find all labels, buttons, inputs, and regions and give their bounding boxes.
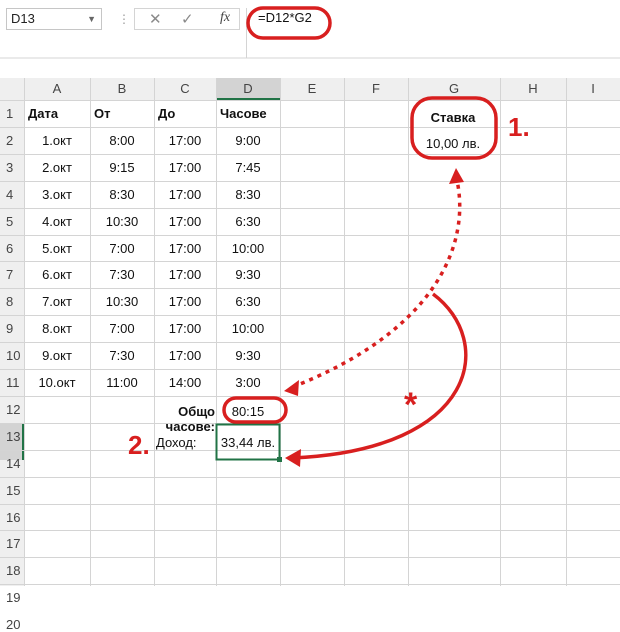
data-cell[interactable]: 7:00: [94, 321, 150, 336]
data-cell[interactable]: 9:30: [220, 348, 276, 363]
row-header-3[interactable]: 3: [0, 160, 24, 175]
row-header-8[interactable]: 8: [0, 294, 24, 309]
data-cell[interactable]: 10:00: [220, 241, 276, 256]
column-header-c[interactable]: C: [154, 78, 216, 100]
data-cell[interactable]: 5.окт: [28, 241, 86, 256]
income-value[interactable]: 33,44 лв.: [216, 435, 280, 450]
data-cell[interactable]: 9:00: [220, 133, 276, 148]
data-cell[interactable]: 8:00: [94, 133, 150, 148]
column-header-g[interactable]: G: [408, 78, 500, 100]
data-cell[interactable]: 1.окт: [28, 133, 86, 148]
data-cell[interactable]: 10:30: [94, 294, 150, 309]
data-cell[interactable]: 8.окт: [28, 321, 86, 336]
arrowheads: [284, 168, 464, 467]
data-cell[interactable]: 6:30: [220, 294, 276, 309]
data-cell[interactable]: 7:00: [94, 241, 150, 256]
data-cell[interactable]: 9:30: [220, 267, 276, 282]
column-header-i[interactable]: I: [566, 78, 620, 100]
annotation-one: 1.: [508, 112, 530, 142]
column-header-b[interactable]: B: [90, 78, 154, 100]
row-header-15[interactable]: 15: [0, 483, 24, 498]
arrowhead-up: [449, 168, 464, 184]
row-header-17[interactable]: 17: [0, 536, 24, 551]
arrowhead-left: [284, 380, 299, 396]
data-cell[interactable]: 6:30: [220, 214, 276, 229]
row-header-7[interactable]: 7: [0, 267, 24, 282]
row-header-6[interactable]: 6: [0, 241, 24, 256]
data-cell[interactable]: 17:00: [158, 241, 212, 256]
row-header-12[interactable]: 12: [0, 402, 24, 417]
rate-value[interactable]: 10,00 лв.: [408, 136, 498, 151]
column-header-e[interactable]: E: [280, 78, 344, 100]
data-cell[interactable]: 17:00: [158, 321, 212, 336]
data-cell[interactable]: 17:00: [158, 348, 212, 363]
column-header-d[interactable]: D: [216, 78, 280, 100]
arrowhead-left-2: [285, 449, 301, 467]
row-header-10[interactable]: 10: [0, 348, 24, 363]
data-cell[interactable]: 11:00: [94, 375, 150, 390]
income-label: Доход:: [156, 435, 197, 450]
row-header-20[interactable]: 20: [0, 617, 24, 632]
data-cell[interactable]: 4.окт: [28, 214, 86, 229]
row-header-13[interactable]: 13: [0, 429, 24, 444]
annotation-two: 2.: [128, 430, 150, 460]
data-cell[interactable]: 9:15: [94, 160, 150, 175]
fill-handle[interactable]: [277, 457, 282, 462]
data-cell[interactable]: 17:00: [158, 294, 212, 309]
header-cell[interactable]: От: [94, 106, 150, 121]
data-cell[interactable]: 3:00: [220, 375, 276, 390]
data-cell[interactable]: 14:00: [158, 375, 212, 390]
dotted-arrow-line: [289, 175, 462, 390]
data-cell[interactable]: 7:30: [94, 267, 150, 282]
header-cell[interactable]: Дата: [28, 106, 86, 121]
row-header-9[interactable]: 9: [0, 321, 24, 336]
data-cell[interactable]: 9.окт: [28, 348, 86, 363]
column-header-a[interactable]: A: [24, 78, 90, 100]
data-cell[interactable]: 10:30: [94, 214, 150, 229]
formula-highlight-oval: [246, 6, 332, 40]
data-cell[interactable]: 17:00: [158, 214, 212, 229]
data-cell[interactable]: 8:30: [94, 187, 150, 202]
row-header-16[interactable]: 16: [0, 510, 24, 525]
rate-label: Ставка: [430, 110, 476, 125]
data-cell[interactable]: 2.окт: [28, 160, 86, 175]
data-cell[interactable]: 3.окт: [28, 187, 86, 202]
data-cell[interactable]: 7.окт: [28, 294, 86, 309]
column-header-f[interactable]: F: [344, 78, 408, 100]
row-header-2[interactable]: 2: [0, 133, 24, 148]
row-header-14[interactable]: 14: [0, 456, 24, 471]
row-header-1[interactable]: 1: [0, 106, 24, 121]
data-cell[interactable]: 6.окт: [28, 267, 86, 282]
header-cell[interactable]: Часове: [220, 106, 276, 121]
data-cell[interactable]: 10.окт: [28, 375, 86, 390]
row-header-4[interactable]: 4: [0, 187, 24, 202]
data-cell[interactable]: 17:00: [158, 133, 212, 148]
data-cell[interactable]: 7:45: [220, 160, 276, 175]
row-header-11[interactable]: 11: [0, 375, 24, 390]
total-value[interactable]: 80:15: [216, 404, 280, 419]
row-header-5[interactable]: 5: [0, 214, 24, 229]
row-header-18[interactable]: 18: [0, 563, 24, 578]
annotation-star: *: [404, 386, 418, 424]
data-cell[interactable]: 17:00: [158, 160, 212, 175]
row-header-19[interactable]: 19: [0, 590, 24, 605]
data-cell[interactable]: 10:00: [220, 321, 276, 336]
data-cell[interactable]: 17:00: [158, 267, 212, 282]
annotation-overlays: [222, 6, 498, 460]
column-header-h[interactable]: H: [500, 78, 566, 100]
data-cell[interactable]: 7:30: [94, 348, 150, 363]
data-cell[interactable]: 8:30: [220, 187, 276, 202]
header-cell[interactable]: До: [158, 106, 212, 121]
data-cell[interactable]: 17:00: [158, 187, 212, 202]
